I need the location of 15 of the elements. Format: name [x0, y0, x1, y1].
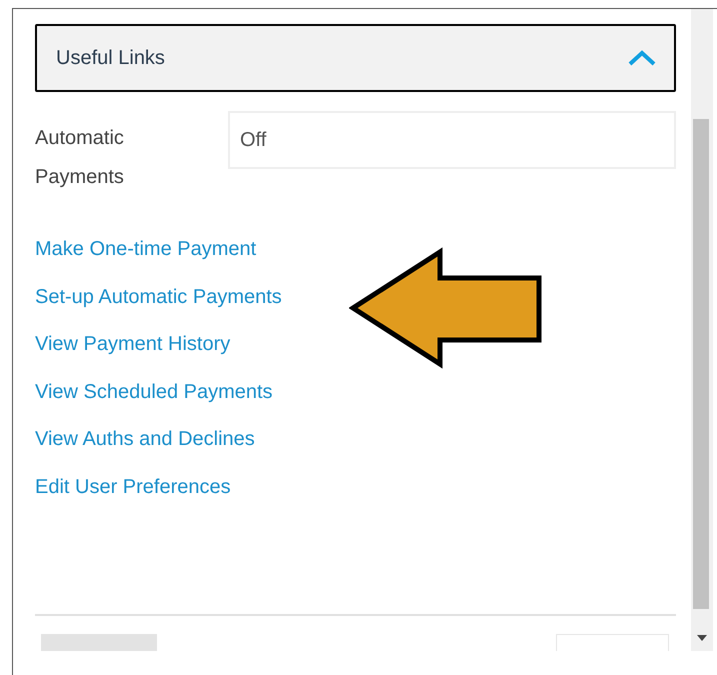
link[interactable]: Set-up Automatic Payments [35, 274, 282, 322]
field-label: Automatic Payments [35, 126, 125, 190]
scrollbar-thumb[interactable] [693, 119, 709, 609]
link[interactable]: Edit User Preferences [35, 464, 231, 512]
link[interactable]: Make One-time Payment [35, 226, 256, 274]
link[interactable]: View Auths and Declines [35, 416, 255, 464]
section-title: Useful Links [56, 46, 165, 71]
scrollbar[interactable] [691, 9, 713, 651]
scroll-down-icon[interactable] [697, 635, 707, 641]
section-header[interactable]: Useful Links [35, 24, 676, 92]
chevron-up-icon[interactable] [628, 50, 656, 66]
link[interactable]: View Scheduled Payments [35, 368, 273, 416]
link[interactable]: View Payment History [35, 321, 230, 369]
input-field[interactable]: Off [228, 111, 676, 169]
button-outline[interactable] [556, 634, 669, 651]
